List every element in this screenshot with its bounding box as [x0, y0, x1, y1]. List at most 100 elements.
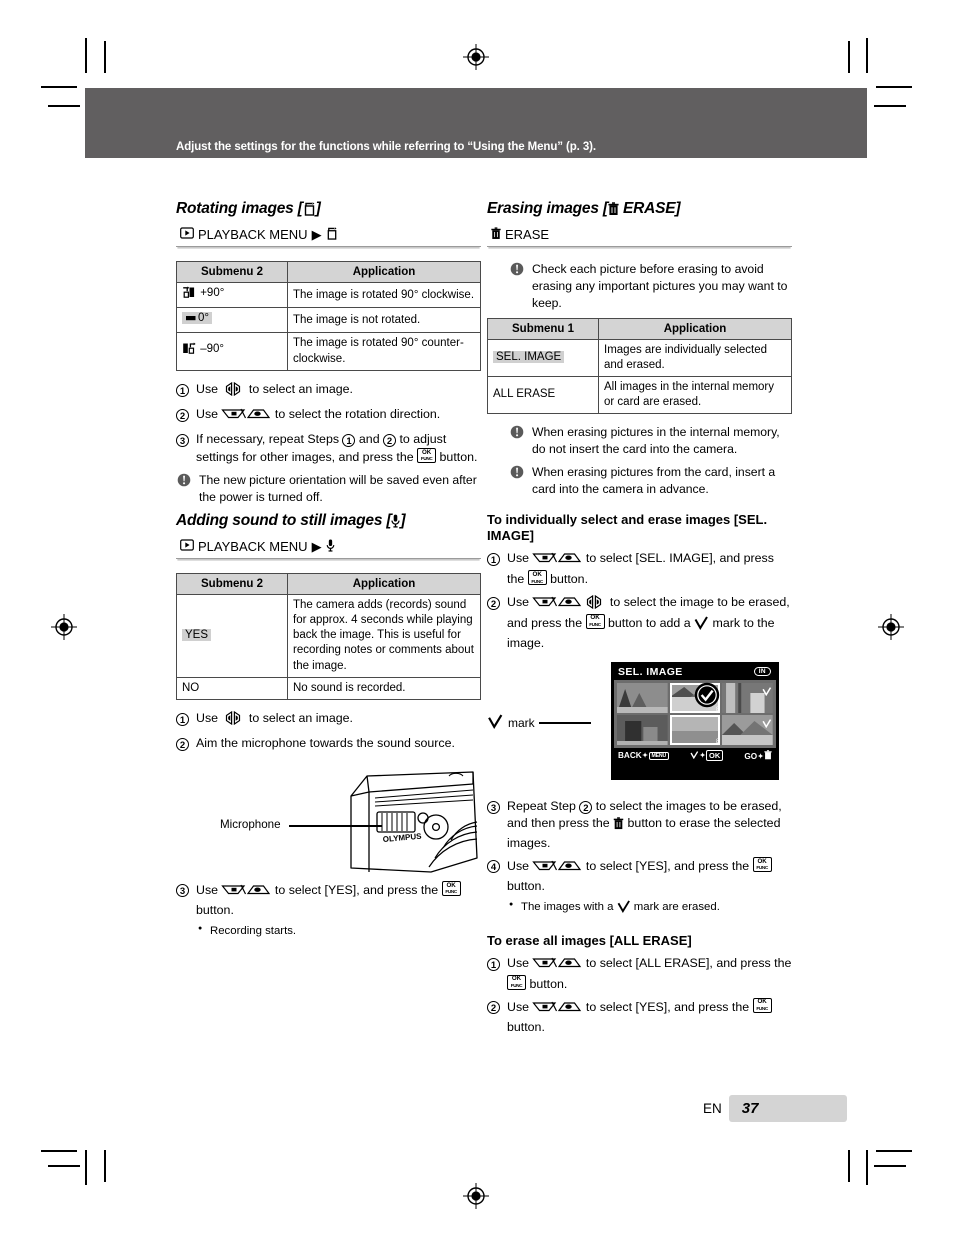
- page-number-box: 37: [728, 1095, 847, 1122]
- playback-icon: [180, 227, 194, 243]
- ok-func-button-icon: OK FUNC: [585, 613, 605, 629]
- table-row: YES The camera adds (records) sound for …: [176, 593, 481, 678]
- menu-path-label: PLAYBACK MENU: [198, 227, 308, 243]
- lcd-go-hint: GO✦: [744, 750, 772, 761]
- table-header-application: Application: [598, 317, 792, 340]
- list-item: 1 Use to select an image.: [176, 710, 481, 730]
- rotate-steps-list: 1 Use to select an image. 2 Use to select …: [176, 381, 481, 466]
- list-item: 1 Use to select [ALL ERASE], and press th…: [487, 955, 792, 993]
- crop-mark-br-v2: [848, 1150, 850, 1182]
- crop-mark-tr-h1: [876, 86, 912, 88]
- crop-mark-tr-h2: [874, 105, 906, 107]
- up-down-arrow-keys-icon: [532, 1000, 582, 1019]
- thumbnail-5-selected[interactable]: 8: [669, 714, 721, 745]
- left-column: Rotating images [] PLAYBACK MENU ▶ Subme…: [176, 200, 481, 943]
- microphone-icon-small: [326, 539, 335, 556]
- crop-mark-tl-h1: [41, 86, 77, 88]
- rotate-minus90-icon: [182, 342, 197, 360]
- lcd-ok-hint: ✦ OK: [690, 749, 724, 761]
- list-item: 3 Repeat Step 2 to select the images to b…: [487, 798, 792, 852]
- menu-path-erase: ERASE: [487, 227, 792, 248]
- trash-icon-small: [491, 227, 501, 244]
- table-row: 0° The image is not rotated.: [176, 307, 481, 334]
- page-header-text: Adjust the settings for the functions wh…: [176, 141, 596, 153]
- internal-memory-badge: IN: [753, 667, 771, 677]
- caution-icon: [177, 473, 191, 492]
- bullet-images-erased: The images with a mark are erased.: [507, 900, 792, 918]
- crop-mark-tl-v1: [85, 38, 87, 73]
- erase-submenu-table: Submenu 1 Application SEL. IMAGE Images …: [487, 317, 792, 415]
- up-down-arrow-keys-icon: [532, 956, 582, 975]
- step-number: 3: [176, 432, 189, 449]
- arrow-right-icon: ▶: [311, 539, 322, 555]
- list-item: 1 Use to select [SEL. IMAGE], and press t…: [487, 550, 792, 588]
- bullet-recording-starts: Recording starts.: [196, 924, 481, 939]
- table-cell-submenu: –90°: [176, 332, 288, 371]
- check-mark-icon: [617, 900, 631, 918]
- table-cell-application: The image is rotated 90° counter-clockwi…: [287, 332, 481, 371]
- table-row: SEL. IMAGE Images are individually selec…: [487, 338, 792, 377]
- rotate-submenu-table: Submenu 2 Application +90° The image is …: [176, 261, 481, 371]
- table-header-submenu: Submenu 2: [176, 572, 288, 595]
- svg-text:OLYMPUS: OLYMPUS: [382, 832, 422, 844]
- registration-target-top: [461, 42, 491, 72]
- rotate-zero-icon: [185, 312, 198, 329]
- check-mark-icon: [762, 683, 772, 701]
- thumbnail-4[interactable]: [617, 714, 668, 745]
- submenu-value: SEL. IMAGE: [493, 351, 565, 364]
- submenu-value: +90°: [200, 287, 225, 300]
- menu-path-label: ERASE: [505, 227, 550, 243]
- note-internal-memory: When erasing pictures in the internal me…: [509, 424, 792, 458]
- table-row: ALL ERASE All images in the internal mem…: [487, 375, 792, 415]
- up-down-arrow-keys-icon: [532, 859, 582, 878]
- subsection-title-all-erase: To erase all images [ALL ERASE]: [487, 932, 692, 948]
- sel-image-steps-list-cont: 3 Repeat Step 2 to select the images to b…: [487, 798, 792, 896]
- up-down-arrow-keys-icon: [532, 595, 582, 614]
- check-mark-callout: mark: [487, 714, 591, 732]
- crop-mark-br-h2: [874, 1165, 906, 1167]
- table-cell-submenu: YES: [176, 593, 288, 678]
- left-right-arrow-keys-icon: [221, 710, 245, 730]
- up-down-arrow-keys-icon: [221, 407, 271, 426]
- step-number: 2: [487, 595, 500, 612]
- lcd-back-hint: BACK✦ MENU: [618, 750, 670, 761]
- table-cell-submenu: 0°: [176, 307, 288, 334]
- crop-mark-br-h1: [876, 1150, 912, 1152]
- page-number: 37: [741, 1100, 759, 1117]
- section-title-erasing: Erasing images [ ERASE]: [487, 200, 792, 221]
- submenu-value: YES: [182, 629, 212, 642]
- menu-path-playback-rotate: PLAYBACK MENU ▶: [176, 227, 481, 248]
- caution-icon: [510, 465, 524, 484]
- camera-illustration: Microphone OLYMPUS: [176, 760, 481, 875]
- check-mark-highlight-circle: [694, 682, 720, 708]
- list-item: 2 Use to select [YES], and press the OK FU…: [487, 997, 792, 1036]
- callout-leader-line: [538, 722, 591, 724]
- list-item: 3 Use to select [YES], and press the OK FU…: [176, 881, 481, 919]
- step-number: 3: [487, 799, 500, 816]
- camera-line-drawing: OLYMPUS: [350, 771, 478, 873]
- thumbnail-1[interactable]: [617, 682, 668, 713]
- submenu-value: 0°: [198, 312, 209, 325]
- step-ref-1: 1: [342, 433, 356, 447]
- table-cell-submenu: SEL. IMAGE: [487, 338, 599, 377]
- sound-steps-list-cont: 3 Use to select [YES], and press the OK FU…: [176, 881, 481, 919]
- step-number: 2: [487, 999, 500, 1016]
- ok-func-button-icon: OK FUNC: [441, 881, 461, 897]
- thumbnail-3[interactable]: [722, 682, 773, 713]
- crop-mark-tl-v2: [104, 41, 106, 73]
- sound-steps-list: 1 Use to select an image. 2 Aim the microp…: [176, 710, 481, 752]
- step-number: 4: [487, 858, 500, 875]
- note-check-pictures: Check each picture before erasing to avo…: [509, 261, 792, 311]
- table-cell-application: No sound is recorded.: [287, 676, 481, 700]
- lcd-title-bar: SEL. IMAGE IN: [614, 665, 776, 680]
- subsection-title-sel-image: To individually select and erase images …: [487, 511, 768, 544]
- lcd-screen-mockup: mark SEL. IMAGE IN 8 8 BACK✦ MENU ✦ OK G…: [487, 661, 792, 790]
- registration-target-bottom: [461, 1181, 491, 1211]
- table-header-submenu: Submenu 1: [487, 317, 599, 340]
- thumbnail-6[interactable]: [722, 714, 773, 745]
- crop-mark-br-v1: [866, 1150, 868, 1185]
- step-ref-2: 2: [383, 433, 397, 447]
- page-title: Rotating images []: [176, 200, 481, 221]
- table-header-submenu: Submenu 2: [176, 261, 288, 284]
- registration-target-right: [876, 612, 906, 642]
